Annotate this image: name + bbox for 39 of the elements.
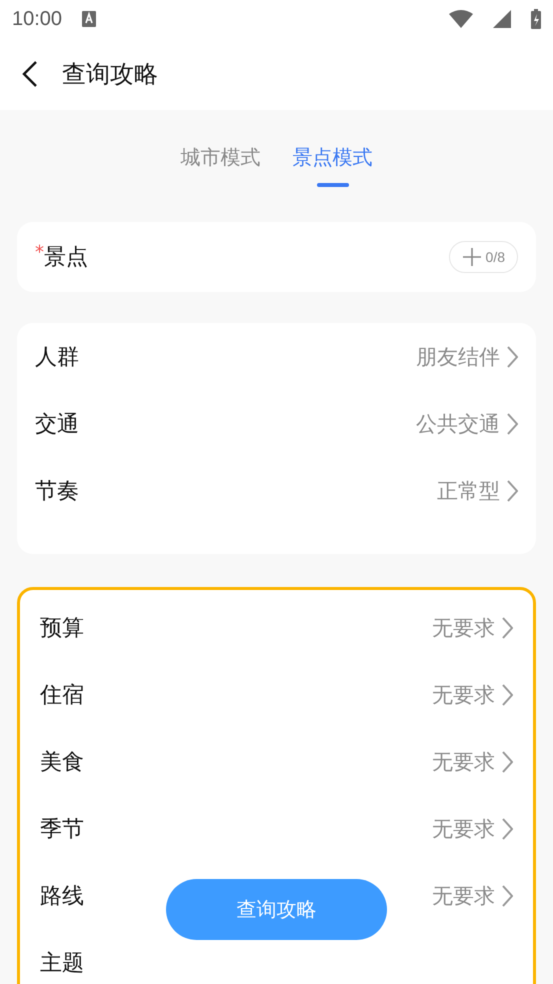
chevron-right-icon [501,616,513,640]
status-time: 10:00 [12,8,62,30]
row-value[interactable]: 正常型 [437,476,500,504]
mode-tab[interactable]: 景点模式 [292,144,372,192]
row-value[interactable]: 无要求 [432,814,495,842]
row-label: 美食 [40,748,84,776]
signal-icon [493,10,511,28]
chevron-right-icon [506,412,518,436]
spots-label: 景点 [44,245,88,270]
row-value[interactable]: 无要求 [432,680,495,708]
row-label: 季节 [40,816,84,844]
page-title: 查询攻略 [62,59,158,90]
wifi-icon [449,10,473,28]
required-mark: * [35,242,44,263]
row-value[interactable]: 无要求 [432,882,495,910]
add-spot-button[interactable]: 0/8 [448,241,518,273]
row-value[interactable]: 公共交通 [416,410,500,438]
row-label: 主题 [40,950,84,978]
row-label: 节奏 [35,478,79,506]
keyboard-icon [82,11,96,27]
query-button[interactable]: 查询攻略 [166,879,387,940]
row-label: 路线 [40,882,84,910]
chevron-right-icon [501,816,513,840]
chevron-right-icon [501,884,513,908]
row-label: 住宿 [40,682,84,710]
chevron-right-icon [506,344,518,368]
row-value[interactable]: 无要求 [432,614,495,642]
mode-tab[interactable]: 城市模式 [180,144,260,192]
row-label: 人群 [35,344,79,372]
chevron-right-icon [506,478,518,502]
back-icon[interactable] [22,60,38,88]
row-label: 交通 [35,410,79,438]
chevron-right-icon [501,750,513,774]
row-label: 预算 [40,614,84,642]
plus-icon [462,247,482,267]
row-value[interactable]: 无要求 [432,748,495,776]
row-value[interactable]: 朋友结伴 [416,342,500,370]
battery-icon [531,9,541,29]
chevron-right-icon [501,682,513,706]
